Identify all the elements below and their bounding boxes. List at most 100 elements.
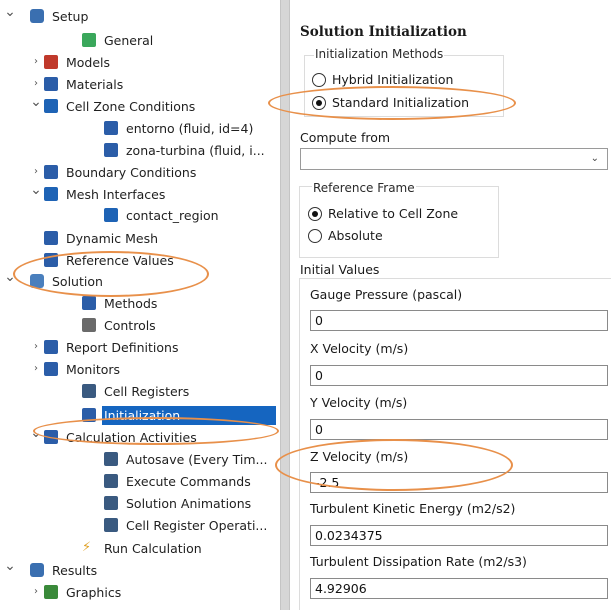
tree-item-initialization[interactable]: Initialization bbox=[0, 405, 280, 426]
tree-item-label: Materials bbox=[66, 77, 124, 92]
execute-icon bbox=[104, 474, 118, 488]
tree-item-label: contact_region bbox=[126, 208, 219, 223]
general-icon bbox=[82, 33, 96, 47]
turbulent-kinetic-energy-input[interactable] bbox=[310, 525, 608, 546]
tree-item-solution-animations[interactable]: Solution Animations bbox=[0, 493, 280, 514]
tree-item-cell-zone-conditions[interactable]: ⌄ Cell Zone Conditions bbox=[0, 95, 280, 117]
radio-relative-to-cell-zone[interactable]: Relative to Cell Zone bbox=[308, 206, 458, 221]
radio-hybrid-initialization[interactable]: Hybrid Initialization bbox=[312, 72, 453, 87]
tree-item-label: Cell Register Operati... bbox=[126, 518, 268, 533]
turbulent-dissipation-rate-label: Turbulent Dissipation Rate (m2/s3) bbox=[310, 554, 527, 569]
tree-item-label: Methods bbox=[104, 296, 158, 311]
panel-splitter[interactable] bbox=[280, 0, 290, 610]
chevron-right-icon[interactable]: › bbox=[30, 341, 42, 353]
chevron-down-icon[interactable]: ⌄ bbox=[30, 95, 42, 109]
cell-registers-icon bbox=[82, 384, 96, 398]
tree-item-label: General bbox=[104, 33, 154, 48]
controls-icon bbox=[82, 318, 96, 332]
boundary-icon bbox=[44, 165, 58, 179]
tree-item-reference-values[interactable]: Reference Values bbox=[0, 250, 280, 271]
panel-title: Solution Initialization bbox=[300, 24, 467, 40]
materials-icon bbox=[44, 77, 58, 91]
calc-activities-icon bbox=[44, 430, 58, 444]
tree-item-label: Models bbox=[66, 55, 111, 70]
tree-item-report-definitions[interactable]: › Report Definitions bbox=[0, 337, 280, 358]
outline-tree: ⌄ Setup General › Models › Materials ⌄ Cell Zone… bbox=[0, 0, 280, 610]
mesh-interface-icon bbox=[44, 187, 58, 201]
y-velocity-input[interactable] bbox=[310, 419, 608, 440]
chevron-down-icon[interactable]: ⌄ bbox=[4, 270, 16, 284]
initialization-methods-title: Initialization Methods bbox=[314, 47, 445, 61]
tree-item-label: Cell Registers bbox=[104, 384, 190, 399]
tree-item-label: Reference Values bbox=[66, 253, 174, 268]
cell-zone-icon bbox=[44, 99, 58, 113]
tree-item-label: Dynamic Mesh bbox=[66, 231, 159, 246]
solution-initialization-panel: Solution Initialization Initialization M… bbox=[290, 0, 613, 610]
tree-item-entorno-fluid-id-4[interactable]: entorno (fluid, id=4) bbox=[0, 118, 280, 139]
chevron-down-icon[interactable]: ⌄ bbox=[30, 426, 42, 440]
tree-item-controls[interactable]: Controls bbox=[0, 315, 280, 336]
reference-frame-group bbox=[299, 186, 499, 258]
z-velocity-label: Z Velocity (m/s) bbox=[310, 449, 409, 464]
tree-item-label: Calculation Activities bbox=[66, 430, 197, 445]
tree-item-dynamic-mesh[interactable]: Dynamic Mesh bbox=[0, 228, 280, 249]
chevron-right-icon[interactable]: › bbox=[30, 363, 42, 375]
gauge-pressure-label: Gauge Pressure (pascal) bbox=[310, 287, 463, 302]
autosave-icon bbox=[104, 452, 118, 466]
tree-item-cell-register-operati[interactable]: Cell Register Operati... bbox=[0, 515, 280, 536]
turbulent-dissipation-rate-input[interactable] bbox=[310, 578, 608, 599]
tree-item-run-calculation[interactable]: ⚡ Run Calculation bbox=[0, 538, 280, 559]
tree-item-label: Setup bbox=[52, 9, 89, 24]
tree-item-label: Execute Commands bbox=[126, 474, 251, 489]
chevron-down-icon[interactable]: ⌄ bbox=[4, 5, 16, 19]
chevron-right-icon[interactable]: › bbox=[30, 78, 42, 90]
tree-item-general[interactable]: General bbox=[0, 30, 280, 51]
tree-item-label: Graphics bbox=[66, 585, 122, 600]
tree-item-monitors[interactable]: › Monitors bbox=[0, 359, 280, 380]
compute-from-label: Compute from bbox=[300, 130, 391, 145]
tree-item-calculation-activities[interactable]: ⌄ Calculation Activities bbox=[0, 426, 280, 448]
tree-item-zona-turbina-fluid-i[interactable]: zona-turbina (fluid, i... bbox=[0, 140, 280, 161]
chevron-down-icon: ⌄ bbox=[590, 153, 599, 164]
tree-item-contact-region[interactable]: contact_region bbox=[0, 205, 280, 226]
tree-item-label: Solution bbox=[52, 274, 103, 289]
chevron-down-icon[interactable]: ⌄ bbox=[30, 183, 42, 197]
tree-item-boundary-conditions[interactable]: › Boundary Conditions bbox=[0, 162, 280, 183]
chevron-right-icon[interactable]: › bbox=[30, 586, 42, 598]
tree-item-results[interactable]: ⌄ Results bbox=[0, 559, 280, 581]
report-icon bbox=[44, 340, 58, 354]
y-velocity-label: Y Velocity (m/s) bbox=[310, 395, 408, 410]
tree-item-execute-commands[interactable]: Execute Commands bbox=[0, 471, 280, 492]
chevron-right-icon[interactable]: › bbox=[30, 166, 42, 178]
x-velocity-input[interactable] bbox=[310, 365, 608, 386]
radio-absolute[interactable]: Absolute bbox=[308, 228, 383, 243]
turbulent-kinetic-energy-label: Turbulent Kinetic Energy (m2/s2) bbox=[310, 501, 516, 516]
radio-standard-initialization[interactable]: Standard Initialization bbox=[312, 95, 469, 110]
tree-item-label: Boundary Conditions bbox=[66, 165, 197, 180]
tree-item-methods[interactable]: Methods bbox=[0, 293, 280, 314]
tree-item-solution[interactable]: ⌄ Solution bbox=[0, 270, 280, 292]
tree-item-materials[interactable]: › Materials bbox=[0, 74, 280, 95]
tree-item-setup[interactable]: ⌄ Setup bbox=[0, 5, 280, 27]
tree-item-cell-registers[interactable]: Cell Registers bbox=[0, 381, 280, 402]
tree-item-label: Initialization bbox=[102, 406, 276, 425]
results-icon bbox=[30, 563, 44, 577]
tree-item-mesh-interfaces[interactable]: ⌄ Mesh Interfaces bbox=[0, 183, 280, 205]
gauge-pressure-input[interactable] bbox=[310, 310, 608, 331]
models-icon bbox=[44, 55, 58, 69]
fluid-zone-icon bbox=[104, 121, 118, 135]
register-op-icon bbox=[104, 518, 118, 532]
chevron-down-icon[interactable]: ⌄ bbox=[4, 559, 16, 573]
radio-dot-icon bbox=[308, 228, 322, 243]
radio-dot-icon bbox=[312, 95, 326, 110]
tree-item-autosave-every-tim[interactable]: Autosave (Every Tim... bbox=[0, 449, 280, 470]
z-velocity-input[interactable] bbox=[310, 472, 608, 493]
tree-item-graphics[interactable]: › Graphics bbox=[0, 582, 280, 603]
tree-item-label: Solution Animations bbox=[126, 496, 252, 511]
tree-item-models[interactable]: › Models bbox=[0, 52, 280, 73]
tree-item-label: Results bbox=[52, 563, 98, 578]
chevron-right-icon[interactable]: › bbox=[30, 56, 42, 68]
tree-item-label: Run Calculation bbox=[104, 541, 202, 556]
compute-from-dropdown[interactable]: ⌄ bbox=[300, 148, 608, 170]
tree-item-label: Report Definitions bbox=[66, 340, 179, 355]
